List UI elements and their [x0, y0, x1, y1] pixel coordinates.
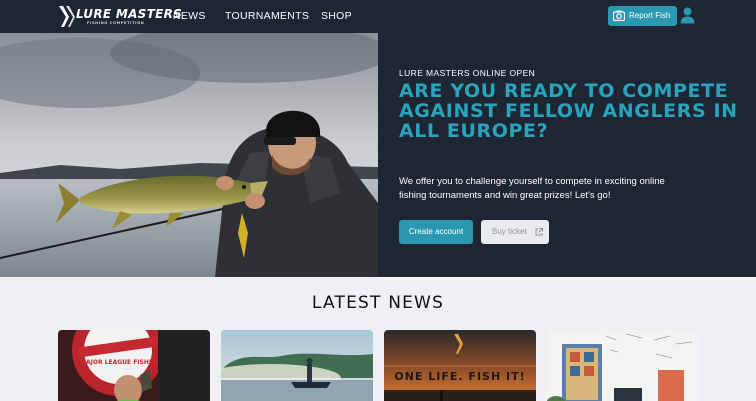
brand-tagline: FISHING COMPETITION	[87, 21, 145, 25]
hero-eyebrow: LURE MASTERS ONLINE OPEN	[399, 68, 536, 78]
nav-item-news[interactable]: NEWS	[173, 10, 206, 22]
create-account-button[interactable]: Create account	[399, 220, 473, 244]
office-wall-photo	[546, 330, 698, 401]
news-card-4[interactable]	[546, 330, 698, 401]
site-header: LURE MASTERS FISHING COMPETITION NEWS TO…	[0, 0, 756, 33]
report-fish-button[interactable]: Report Fish	[608, 6, 677, 26]
nav-item-shop[interactable]: SHOP	[321, 10, 352, 22]
buy-ticket-label: Buy ticket	[492, 227, 527, 236]
user-account-icon[interactable]	[680, 7, 695, 24]
hero-angler-pike-photo	[0, 33, 378, 277]
latest-news-heading: LATEST NEWS	[311, 293, 445, 313]
logo-fishhook-icon	[59, 6, 75, 27]
brand-logo[interactable]: LURE MASTERS FISHING COMPETITION	[57, 5, 182, 29]
boat-on-misty-lake-photo	[221, 330, 373, 401]
report-fish-label: Report Fish	[629, 11, 671, 20]
card-3-overlay-text: ONE LIFE. FISH IT!	[394, 370, 525, 383]
buy-ticket-button[interactable]: Buy ticket	[481, 220, 549, 244]
hero-headline: ARE YOU READY TO COMPETE AGAINST FELLOW …	[399, 80, 738, 142]
news-card-1[interactable]: MAJOR LEAGUE FISHING	[58, 330, 210, 401]
hero-subline: We offer you to challenge yourself to co…	[399, 176, 665, 201]
external-link-icon	[535, 228, 543, 236]
card-1-overlay-text: MAJOR LEAGUE FISHING	[80, 359, 161, 366]
sunset-fishing-poster: ONE LIFE. FISH IT!	[384, 330, 536, 401]
hero-section: LURE MASTERS ONLINE OPEN ARE YOU READY T…	[0, 33, 756, 277]
nav-item-tournaments[interactable]: TOURNAMENTS	[225, 10, 309, 22]
news-card-2[interactable]	[221, 330, 373, 401]
angler-holding-fish-photo: MAJOR LEAGUE FISHING	[58, 330, 210, 401]
camera-icon	[613, 10, 625, 21]
news-card-3[interactable]: ONE LIFE. FISH IT!	[384, 330, 536, 401]
brand-name: LURE MASTERS	[76, 7, 183, 21]
